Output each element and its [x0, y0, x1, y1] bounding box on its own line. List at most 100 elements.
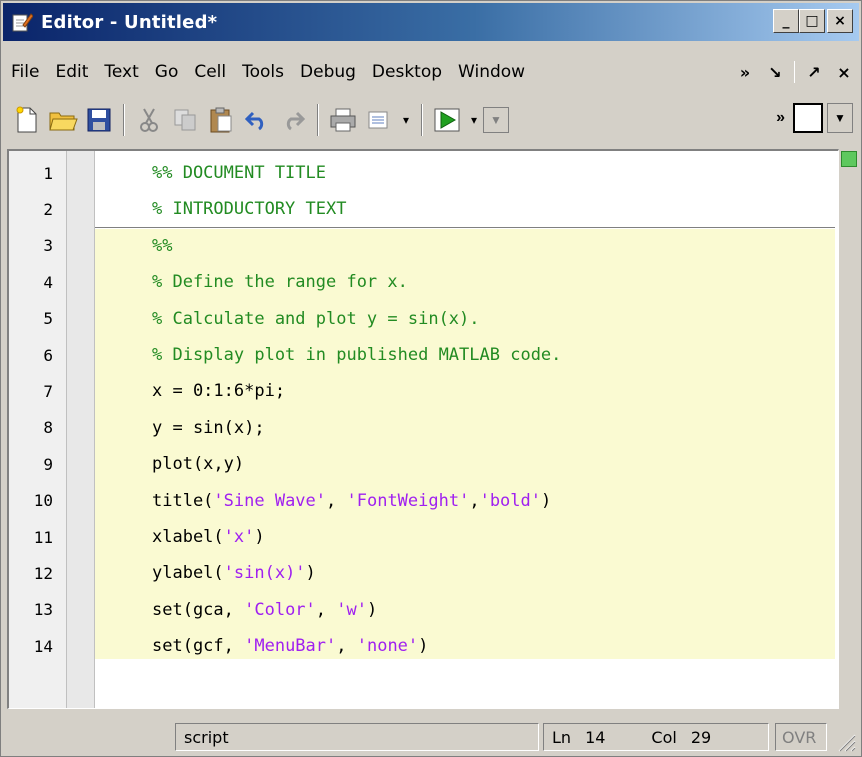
- code-line[interactable]: 3%%: [9, 228, 838, 264]
- code-token: ): [305, 563, 316, 584]
- code-text[interactable]: %%: [152, 236, 172, 256]
- close-button[interactable]: ×: [827, 9, 853, 33]
- menu-cell[interactable]: Cell: [186, 62, 234, 82]
- paste-icon: [210, 107, 232, 133]
- open-button[interactable]: [45, 102, 81, 138]
- menu-tools[interactable]: Tools: [234, 62, 292, 82]
- string-literal: 'sin(x)': [223, 563, 306, 584]
- code-line[interactable]: 11 xlabel('x'): [9, 519, 838, 555]
- line-number: 6: [43, 345, 53, 365]
- code-text[interactable]: % Display plot in published MATLAB code.: [152, 345, 561, 365]
- run-options-combo[interactable]: ▼: [483, 107, 509, 133]
- line-number: 9: [43, 454, 53, 474]
- run-dropdown[interactable]: ▾: [465, 102, 483, 138]
- more-menus-icon[interactable]: »: [730, 63, 760, 82]
- code-text[interactable]: xlabel('x'): [152, 527, 265, 547]
- find-dropdown[interactable]: ▾: [397, 102, 415, 138]
- code-text[interactable]: % Calculate and plot y = sin(x).: [152, 309, 480, 329]
- code-line[interactable]: 14 set(gcf, 'MenuBar', 'none'): [9, 628, 838, 664]
- close-document-icon[interactable]: ×: [829, 63, 859, 82]
- code-text[interactable]: y = sin(x);: [152, 418, 265, 438]
- save-icon: [87, 108, 111, 132]
- menu-file[interactable]: File: [3, 62, 47, 82]
- string-literal: 'x': [223, 527, 255, 547]
- dock-icon[interactable]: ↘: [760, 63, 790, 82]
- paste-button[interactable]: [203, 102, 239, 138]
- line-label: Ln: [552, 727, 572, 747]
- code-line[interactable]: 12 ylabel('sin(x)'): [9, 555, 838, 591]
- comment-text: % Define the range for x.: [152, 272, 408, 293]
- code-line[interactable]: 6 % Display plot in published MATLAB code…: [9, 337, 838, 373]
- string-literal: 'Color': [244, 599, 316, 620]
- menu-window[interactable]: Window: [450, 62, 533, 82]
- code-line[interactable]: 4 % Define the range for x.: [9, 264, 838, 300]
- comment-text: %%: [152, 235, 173, 256]
- new-file-button[interactable]: [9, 102, 45, 138]
- code-token: x = 0:1:6*pi;: [152, 381, 286, 402]
- menu-debug[interactable]: Debug: [292, 62, 364, 82]
- code-text[interactable]: % Define the range for x.: [152, 272, 408, 292]
- find-button[interactable]: [361, 102, 397, 138]
- undock-icon[interactable]: ↗: [799, 63, 829, 82]
- code-text[interactable]: ylabel('sin(x)'): [152, 563, 316, 583]
- cell-toolbar-dropdown[interactable]: ▼: [827, 103, 853, 133]
- cell-toolbar-box[interactable]: [793, 103, 823, 133]
- code-text[interactable]: set(gca, 'Color', 'w'): [152, 600, 377, 620]
- menu-text[interactable]: Text: [96, 62, 146, 82]
- code-token: xlabel(: [152, 527, 224, 547]
- line-number: 3: [43, 236, 53, 256]
- code-token: ): [541, 490, 552, 511]
- code-token: ,: [315, 599, 337, 620]
- menu-desktop[interactable]: Desktop: [364, 62, 450, 82]
- code-text[interactable]: set(gcf, 'MenuBar', 'none'): [152, 636, 428, 656]
- string-literal: 'none': [356, 636, 419, 657]
- open-folder-icon: [49, 112, 78, 131]
- code-line[interactable]: 1 %% DOCUMENT TITLE: [9, 155, 838, 191]
- run-button[interactable]: [429, 102, 465, 138]
- code-text[interactable]: %% DOCUMENT TITLE: [152, 163, 326, 183]
- maximize-button[interactable]: □: [799, 9, 825, 33]
- code-line[interactable]: 5 % Calculate and plot y = sin(x).: [9, 301, 838, 337]
- comment-text: % Display plot in published MATLAB code.: [152, 345, 562, 365]
- analysis-status-indicator[interactable]: [841, 151, 857, 167]
- code-line[interactable]: 13 set(gca, 'Color', 'w'): [9, 592, 838, 628]
- line-number: 14: [33, 636, 53, 656]
- toolbar: ▾ ▾ ▼ » ▼: [3, 97, 859, 143]
- code-text[interactable]: title('Sine Wave', 'FontWeight','bold'): [152, 491, 551, 511]
- toolbar-more-icon[interactable]: »: [776, 109, 785, 127]
- code-line[interactable]: 9 plot(x,y): [9, 446, 838, 482]
- code-line[interactable]: 10 title('Sine Wave', 'FontWeight','bold'…: [9, 483, 838, 519]
- code-token: ,: [326, 490, 347, 511]
- status-overwrite: OVR: [775, 723, 827, 751]
- print-button[interactable]: [325, 102, 361, 138]
- menu-separator: [794, 61, 795, 83]
- copy-button[interactable]: [167, 102, 203, 138]
- code-text[interactable]: x = 0:1:6*pi;: [152, 381, 285, 401]
- line-number: 8: [43, 418, 53, 438]
- status-bar: script Ln 14 Col 29 OVR: [3, 719, 859, 755]
- menu-edit[interactable]: Edit: [47, 62, 96, 82]
- code-line[interactable]: 8 y = sin(x);: [9, 410, 838, 446]
- code-text[interactable]: plot(x,y): [152, 454, 244, 474]
- code-text[interactable]: % INTRODUCTORY TEXT: [152, 199, 346, 219]
- code-editor[interactable]: 1 %% DOCUMENT TITLE 2 % INTRODUCTORY TEXT 3%…: [7, 149, 839, 709]
- redo-button[interactable]: [275, 102, 311, 138]
- code-line[interactable]: 7 x = 0:1:6*pi;: [9, 373, 838, 409]
- undo-icon: [245, 111, 264, 131]
- title-bar[interactable]: Editor - Untitled* _ □ ×: [3, 3, 859, 41]
- code-line[interactable]: 2 % INTRODUCTORY TEXT: [9, 191, 838, 227]
- chevron-down-icon: ▾: [470, 113, 478, 127]
- string-literal: 'bold': [479, 490, 541, 511]
- save-button[interactable]: [81, 102, 117, 138]
- chevron-down-icon: ▼: [834, 111, 846, 125]
- status-cursor-position: Ln 14 Col 29: [543, 723, 769, 751]
- code-token: ,: [469, 490, 480, 511]
- code-token: ): [254, 527, 265, 547]
- menu-go[interactable]: Go: [147, 62, 187, 82]
- resize-grip-icon[interactable]: [833, 729, 857, 753]
- cut-button[interactable]: [131, 102, 167, 138]
- minimize-button[interactable]: _: [773, 9, 799, 33]
- undo-button[interactable]: [239, 102, 275, 138]
- chevron-down-icon: ▼: [490, 113, 502, 127]
- run-icon: [434, 108, 460, 132]
